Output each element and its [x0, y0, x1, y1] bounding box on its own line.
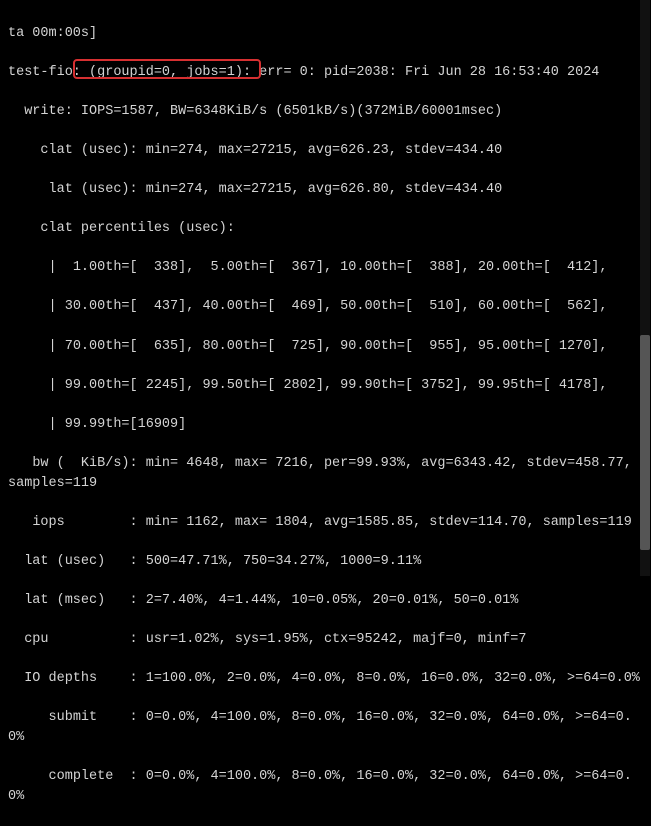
output-line: | 30.00th=[ 437], 40.00th=[ 469], 50.00t… [8, 297, 643, 317]
output-line: iops : min= 1162, max= 1804, avg=1585.85… [8, 513, 643, 533]
output-line: bw ( KiB/s): min= 4648, max= 7216, per=9… [8, 454, 643, 493]
write-iops-bw: IOPS=1587, BW=6348KiB/s [81, 104, 267, 119]
scrollbar-track[interactable] [640, 0, 650, 576]
output-line: | 1.00th=[ 338], 5.00th=[ 367], 10.00th=… [8, 258, 643, 278]
write-suffix: (6501kB/s)(372MiB/60001msec) [267, 104, 502, 119]
output-line: lat (usec) : 500=47.71%, 750=34.27%, 100… [8, 552, 643, 572]
output-line: submit : 0=0.0%, 4=100.0%, 8=0.0%, 16=0.… [8, 708, 643, 747]
output-line-write: write: IOPS=1587, BW=6348KiB/s (6501kB/s… [8, 102, 643, 122]
output-line: clat percentiles (usec): [8, 219, 643, 239]
output-line: IO depths : 1=100.0%, 2=0.0%, 4=0.0%, 8=… [8, 669, 643, 689]
output-line: cpu : usr=1.02%, sys=1.95%, ctx=95242, m… [8, 630, 643, 650]
output-line: | 99.99th=[16909] [8, 415, 643, 435]
output-line: | 99.00th=[ 2245], 99.50th=[ 2802], 99.9… [8, 376, 643, 396]
output-line: ta 00m:00s] [8, 24, 643, 44]
terminal-output: ta 00m:00s] test-fio: (groupid=0, jobs=1… [0, 0, 651, 576]
output-line: complete : 0=0.0%, 4=100.0%, 8=0.0%, 16=… [8, 767, 643, 806]
output-line: | 70.00th=[ 635], 80.00th=[ 725], 90.00t… [8, 337, 643, 357]
output-line: test-fio: (groupid=0, jobs=1): err= 0: p… [8, 63, 643, 83]
output-line: lat (usec): min=274, max=27215, avg=626.… [8, 180, 643, 200]
scrollbar-thumb[interactable] [640, 335, 650, 550]
output-line: clat (usec): min=274, max=27215, avg=626… [8, 141, 643, 161]
write-prefix: write: [8, 104, 81, 119]
output-line: lat (msec) : 2=7.40%, 4=1.44%, 10=0.05%,… [8, 591, 643, 611]
